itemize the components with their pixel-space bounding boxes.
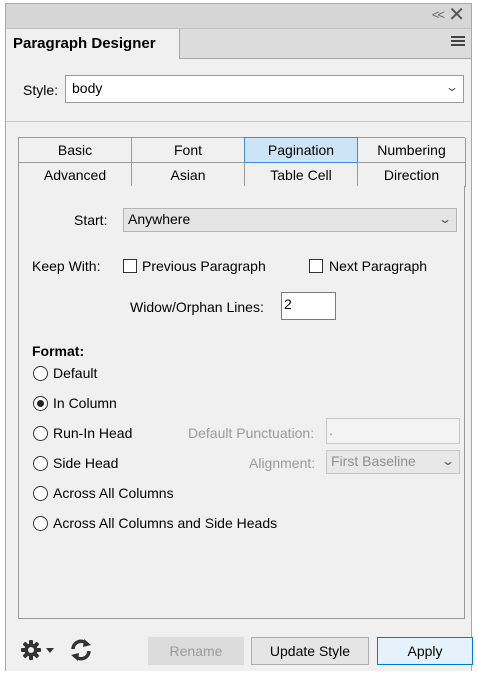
- format-across-all-columns-label[interactable]: Across All Columns: [53, 485, 174, 501]
- tab-advanced[interactable]: Advanced: [19, 163, 132, 187]
- keep-with-label: Keep With:: [32, 258, 101, 274]
- panel-tab-row: Paragraph Designer: [6, 29, 471, 59]
- panel-menu-icon[interactable]: [451, 36, 465, 48]
- previous-paragraph-checkbox[interactable]: [123, 259, 137, 273]
- format-across-all-columns-side-heads-radio[interactable]: [33, 516, 48, 531]
- start-dropdown-value: Anywhere: [128, 211, 191, 227]
- format-run-in-head-label[interactable]: Run-In Head: [53, 425, 132, 441]
- bottom-toolbar: Rename Update Style Apply: [6, 632, 473, 668]
- default-punctuation-field[interactable]: .: [326, 418, 460, 444]
- format-default-radio[interactable]: [33, 366, 48, 381]
- chevron-down-icon: ⌄: [437, 212, 453, 226]
- paragraph-designer-panel: << ✕ Paragraph Designer Style: body ⌄ Ba…: [5, 3, 473, 671]
- pagination-tab-content: Start: Anywhere ⌄ Keep With: Previous Pa…: [18, 186, 465, 619]
- start-label: Start:: [74, 212, 108, 228]
- tab-direction[interactable]: Direction: [358, 163, 466, 187]
- close-panel-icon[interactable]: ✕: [448, 4, 465, 26]
- format-in-column-label[interactable]: In Column: [53, 395, 117, 411]
- alignment-dropdown-value: First Baseline: [331, 453, 416, 469]
- widow-orphan-lines-field[interactable]: 2: [281, 292, 336, 320]
- chevron-down-icon: ⌄: [444, 80, 460, 94]
- properties-area: Basic Font Pagination Numbering Advanced…: [6, 123, 471, 671]
- format-heading: Format:: [32, 343, 85, 359]
- default-punctuation-label: Default Punctuation:: [188, 425, 315, 441]
- style-dropdown-value: body: [72, 80, 103, 96]
- next-paragraph-checkbox[interactable]: [309, 259, 323, 273]
- property-tabs: Basic Font Pagination Numbering Advanced…: [18, 137, 466, 187]
- format-side-head-radio[interactable]: [33, 456, 48, 471]
- style-label: Style:: [23, 82, 59, 98]
- apply-button[interactable]: Apply: [377, 637, 473, 665]
- format-in-column-radio[interactable]: [33, 396, 48, 411]
- gear-icon: [21, 640, 54, 660]
- rename-button[interactable]: Rename: [148, 637, 244, 665]
- widow-orphan-label: Widow/Orphan Lines:: [130, 299, 264, 315]
- tab-font[interactable]: Font: [132, 138, 245, 163]
- refresh-icon: [71, 639, 91, 661]
- start-dropdown[interactable]: Anywhere ⌄: [123, 208, 457, 232]
- alignment-dropdown[interactable]: First Baseline ⌄: [326, 450, 460, 474]
- collapse-panel-icon[interactable]: <<: [432, 7, 445, 22]
- format-side-head-label[interactable]: Side Head: [53, 455, 118, 471]
- tab-asian[interactable]: Asian: [132, 163, 245, 187]
- chevron-down-icon: ⌄: [440, 454, 456, 468]
- tab-numbering[interactable]: Numbering: [358, 138, 466, 163]
- style-selector-area: Style: body ⌄: [6, 60, 471, 122]
- format-default-label[interactable]: Default: [53, 365, 97, 381]
- format-across-all-columns-side-heads-label[interactable]: Across All Columns and Side Heads: [53, 515, 277, 531]
- tab-basic[interactable]: Basic: [19, 138, 132, 163]
- panel-tab-paragraph-designer[interactable]: Paragraph Designer: [6, 29, 180, 59]
- settings-gear-menu[interactable]: [20, 638, 60, 662]
- refresh-button[interactable]: [68, 638, 94, 662]
- previous-paragraph-label[interactable]: Previous Paragraph: [142, 258, 266, 274]
- tab-pagination[interactable]: Pagination: [244, 137, 358, 163]
- alignment-label: Alignment:: [249, 455, 316, 471]
- style-dropdown[interactable]: body ⌄: [65, 75, 464, 103]
- panel-title-strip: << ✕: [6, 4, 471, 29]
- next-paragraph-label[interactable]: Next Paragraph: [329, 258, 427, 274]
- tab-table-cell[interactable]: Table Cell: [245, 163, 358, 187]
- format-across-all-columns-radio[interactable]: [33, 486, 48, 501]
- format-run-in-head-radio[interactable]: [33, 426, 48, 441]
- update-style-button[interactable]: Update Style: [251, 637, 369, 665]
